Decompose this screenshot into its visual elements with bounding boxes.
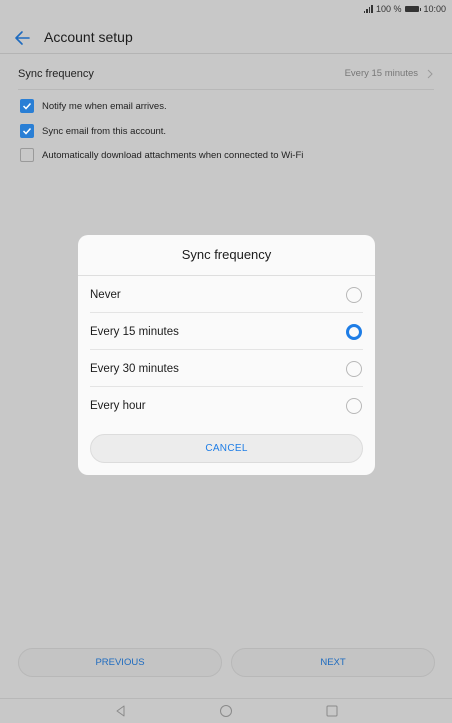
checkbox-label-attachments: Automatically download attachments when … (42, 149, 304, 161)
next-button[interactable]: NEXT (231, 648, 435, 677)
option-label: Every 30 minutes (90, 362, 179, 375)
check-icon (22, 102, 32, 110)
chevron-right-icon (427, 69, 433, 78)
system-nav-bar (0, 698, 452, 723)
back-arrow-icon[interactable] (12, 28, 32, 48)
checkbox-attachments[interactable] (20, 148, 34, 162)
option-label: Never (90, 288, 121, 301)
sync-frequency-value: Every 15 minutes (344, 68, 418, 79)
battery-icon (405, 6, 422, 12)
dialog-title: Sync frequency (181, 247, 272, 262)
checkbox-sync-email[interactable] (20, 124, 34, 138)
checkbox-label-notify: Notify me when email arrives. (42, 100, 167, 112)
page-title: Account setup (44, 29, 133, 45)
status-bar: 100 % 10:00 (0, 0, 452, 18)
option-every-15-minutes[interactable]: Every 15 minutes (90, 313, 363, 350)
clock: 10:00 (423, 4, 446, 14)
checkbox-label-sync-email: Sync email from this account. (42, 125, 167, 137)
radio-button[interactable] (346, 397, 362, 414)
option-never[interactable]: Never (90, 276, 363, 313)
radio-button[interactable] (346, 286, 362, 303)
cancel-button[interactable]: CANCEL (90, 434, 363, 463)
sync-frequency-dialog: Sync frequency Never Every 15 minutes Ev… (78, 235, 375, 475)
option-label: Every 15 minutes (90, 325, 179, 338)
option-label: Every hour (90, 399, 146, 412)
sync-frequency-row[interactable]: Sync frequency Every 15 minutes (18, 58, 434, 90)
option-every-30-minutes[interactable]: Every 30 minutes (90, 350, 363, 387)
checkbox-notify[interactable] (20, 99, 34, 113)
radio-button-selected[interactable] (346, 323, 362, 340)
check-icon (22, 127, 32, 135)
nav-back-icon[interactable] (114, 704, 128, 718)
previous-button[interactable]: PREVIOUS (18, 648, 222, 677)
checkbox-row-sync-email[interactable]: Sync email from this account. (20, 124, 166, 138)
nav-home-icon[interactable] (219, 704, 233, 718)
option-every-hour[interactable]: Every hour (90, 387, 363, 424)
sync-frequency-label: Sync frequency (18, 67, 94, 80)
checkbox-row-attachments[interactable]: Automatically download attachments when … (20, 148, 303, 162)
radio-button[interactable] (346, 360, 362, 377)
signal-icon (363, 5, 373, 13)
checkbox-row-notify[interactable]: Notify me when email arrives. (20, 99, 167, 113)
nav-recents-icon[interactable] (325, 704, 339, 718)
battery-percent: 100 % (375, 4, 402, 14)
app-header: Account setup (0, 22, 452, 54)
